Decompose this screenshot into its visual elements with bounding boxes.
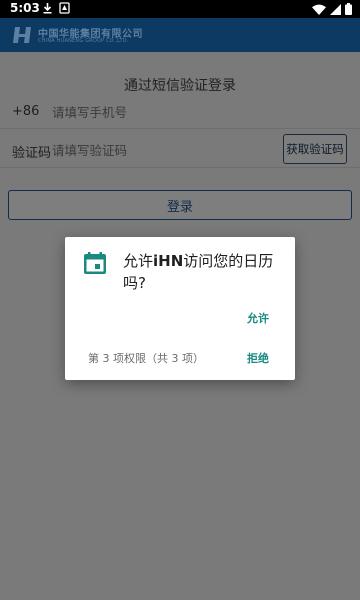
code-input[interactable] xyxy=(52,141,272,159)
status-left-icons xyxy=(42,2,70,14)
code-row: 验证码 获取验证码 xyxy=(0,132,360,168)
battery-icon xyxy=(345,3,352,15)
dialog-message: 允许iHN访问您的日历吗? xyxy=(123,250,283,294)
status-time: 5:03 xyxy=(10,1,40,15)
permission-count: 第 3 项权限（共 3 项） xyxy=(88,352,204,365)
phone-input[interactable] xyxy=(52,103,332,121)
wifi-icon xyxy=(312,4,326,15)
deny-button[interactable]: 拒绝 xyxy=(247,350,269,366)
phone-row: +86 xyxy=(0,95,360,129)
status-bar: 5:03 xyxy=(0,0,360,18)
code-label: 验证码 xyxy=(12,146,52,161)
country-code: +86 xyxy=(12,104,40,119)
dialog-app-name: iHN xyxy=(153,252,184,270)
app-header: 中国华能集团有限公司 CHINA HUANENG GROUP CO.,LTD. xyxy=(0,18,360,52)
calendar-icon xyxy=(84,252,106,274)
get-code-button[interactable]: 获取验证码 xyxy=(283,134,347,164)
dialog-message-prefix: 允许 xyxy=(123,252,154,270)
signal-icon xyxy=(330,3,341,15)
notification-app-icon xyxy=(59,2,70,14)
download-icon xyxy=(43,3,52,14)
huaneng-logo-icon xyxy=(13,27,31,43)
logo-text-en: CHINA HUANENG GROUP CO.,LTD. xyxy=(38,38,129,44)
login-title: 通过短信验证登录 xyxy=(124,78,236,94)
permission-dialog: 允许iHN访问您的日历吗? 允许 第 3 项权限（共 3 项） 拒绝 xyxy=(65,237,295,380)
allow-button[interactable]: 允许 xyxy=(247,310,269,326)
status-right-icons xyxy=(312,3,352,15)
login-button[interactable]: 登录 xyxy=(8,190,352,220)
